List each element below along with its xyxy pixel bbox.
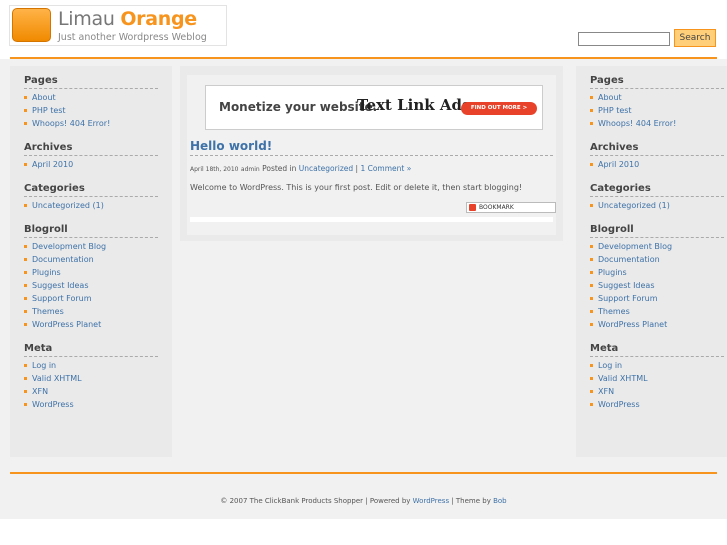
sidebar-link-documentation[interactable]: Documentation — [24, 253, 158, 266]
archives-widget: Archives April 2010 — [590, 142, 724, 171]
bookmark-label: BOOKMARK — [479, 204, 514, 211]
sidebar-link-themes[interactable]: Themes — [24, 305, 158, 318]
orange-logo-icon — [12, 8, 51, 42]
sidebar-link-xfn[interactable]: XFN — [590, 385, 724, 398]
footer-wordpress-link[interactable]: WordPress — [413, 497, 449, 505]
site-header: Limau Orange Just another Wordpress Webl… — [0, 0, 727, 59]
sidebar-link-log-in[interactable]: Log in — [24, 359, 158, 372]
post-comments-link[interactable]: 1 Comment » — [360, 164, 411, 173]
categories-widget: Categories Uncategorized (1) — [590, 183, 724, 212]
pages-widget: Pages About PHP test Whoops! 404 Error! — [24, 75, 158, 130]
bookmark-button[interactable]: BOOKMARK — [466, 202, 556, 213]
bookmark-icon — [469, 204, 476, 211]
post-date: April 18th, 2010 — [190, 166, 239, 173]
sidebar-link-suggest-ideas[interactable]: Suggest Ideas — [590, 279, 724, 292]
meta-separator: | — [355, 164, 359, 173]
page-bottom — [0, 519, 727, 545]
sidebar-link-april-2010[interactable]: April 2010 — [590, 158, 724, 171]
pages-widget: Pages About PHP test Whoops! 404 Error! — [590, 75, 724, 130]
post-category-link[interactable]: Uncategorized — [299, 164, 353, 173]
site-footer: © 2007 The ClickBank Products Shopper | … — [0, 474, 727, 519]
post-author: admin — [240, 166, 260, 173]
sidebar-link-april-2010[interactable]: April 2010 — [24, 158, 158, 171]
sidebar-link-about[interactable]: About — [24, 91, 158, 104]
sidebar-link-wordpress[interactable]: WordPress — [590, 398, 724, 411]
widget-title-categories: Categories — [24, 183, 158, 197]
footer-theme-author-link[interactable]: Bob — [493, 497, 507, 505]
sidebar-link-valid-xhtml[interactable]: Valid XHTML — [590, 372, 724, 385]
widget-title-pages: Pages — [590, 75, 724, 89]
widget-title-meta: Meta — [24, 343, 158, 357]
sidebar-link-suggest-ideas[interactable]: Suggest Ideas — [24, 279, 158, 292]
footer-theme-label: | Theme by — [449, 497, 494, 505]
widget-title-meta: Meta — [590, 343, 724, 357]
footer-text: © 2007 The ClickBank Products Shopper | … — [0, 497, 727, 505]
sidebar-link-404[interactable]: Whoops! 404 Error! — [590, 117, 724, 130]
sidebar-link-404[interactable]: Whoops! 404 Error! — [24, 117, 158, 130]
sidebar-link-php-test[interactable]: PHP test — [24, 104, 158, 117]
site-title: Limau Orange — [58, 8, 197, 30]
sidebar-link-uncategorized[interactable]: Uncategorized (1) — [590, 199, 724, 212]
sidebar-link-xfn[interactable]: XFN — [24, 385, 158, 398]
search-input[interactable] — [578, 32, 670, 46]
post-body: Welcome to WordPress. This is your first… — [190, 183, 523, 192]
posted-in-label: Posted in — [262, 164, 297, 173]
widget-title-pages: Pages — [24, 75, 158, 89]
sidebar-link-plugins[interactable]: Plugins — [24, 266, 158, 279]
categories-widget: Categories Uncategorized (1) — [24, 183, 158, 212]
post-meta: April 18th, 2010 admin Posted in Uncateg… — [190, 164, 411, 173]
widget-title-categories: Categories — [590, 183, 724, 197]
banner-find-out-more-button[interactable]: FIND OUT MORE > — [461, 102, 537, 115]
post-separator — [190, 217, 553, 222]
site-logo[interactable]: Limau Orange Just another Wordpress Webl… — [9, 5, 227, 46]
banner-tagline: Monetize your website. — [219, 100, 378, 114]
left-sidebar: Pages About PHP test Whoops! 404 Error! … — [10, 66, 172, 457]
widget-title-archives: Archives — [24, 142, 158, 156]
sidebar-link-wordpress-planet[interactable]: WordPress Planet — [24, 318, 158, 331]
sidebar-link-plugins[interactable]: Plugins — [590, 266, 724, 279]
sidebar-link-themes[interactable]: Themes — [590, 305, 724, 318]
meta-widget: Meta Log in Valid XHTML XFN WordPress — [590, 343, 724, 411]
sidebar-link-wordpress-planet[interactable]: WordPress Planet — [590, 318, 724, 331]
sidebar-link-valid-xhtml[interactable]: Valid XHTML — [24, 372, 158, 385]
blogroll-widget: Blogroll Development Blog Documentation … — [590, 224, 724, 331]
archives-widget: Archives April 2010 — [24, 142, 158, 171]
sidebar-link-development-blog[interactable]: Development Blog — [590, 240, 724, 253]
sidebar-link-support-forum[interactable]: Support Forum — [590, 292, 724, 305]
main-content: Monetize your website. Text Link Ads FIN… — [180, 66, 563, 241]
sidebar-link-php-test[interactable]: PHP test — [590, 104, 724, 117]
sidebar-link-documentation[interactable]: Documentation — [590, 253, 724, 266]
search-button[interactable]: Search — [674, 29, 716, 47]
widget-title-archives: Archives — [590, 142, 724, 156]
right-sidebar: Pages About PHP test Whoops! 404 Error! … — [576, 66, 727, 457]
text-link-ads-banner[interactable]: Monetize your website. Text Link Ads FIN… — [205, 85, 543, 130]
widget-title-blogroll: Blogroll — [590, 224, 724, 238]
site-tagline: Just another Wordpress Weblog — [58, 32, 207, 43]
banner-brand: Text Link Ads — [357, 96, 471, 114]
post-container: Monetize your website. Text Link Ads FIN… — [187, 75, 556, 235]
post-title[interactable]: Hello world! — [190, 139, 272, 153]
post-title-divider — [190, 155, 553, 156]
sidebar-link-support-forum[interactable]: Support Forum — [24, 292, 158, 305]
blogroll-widget: Blogroll Development Blog Documentation … — [24, 224, 158, 331]
meta-widget: Meta Log in Valid XHTML XFN WordPress — [24, 343, 158, 411]
sidebar-link-wordpress[interactable]: WordPress — [24, 398, 158, 411]
header-divider — [10, 57, 717, 59]
widget-title-blogroll: Blogroll — [24, 224, 158, 238]
sidebar-link-development-blog[interactable]: Development Blog — [24, 240, 158, 253]
sidebar-link-uncategorized[interactable]: Uncategorized (1) — [24, 199, 158, 212]
sidebar-link-log-in[interactable]: Log in — [590, 359, 724, 372]
footer-copyright: © 2007 The ClickBank Products Shopper | … — [220, 497, 413, 505]
sidebar-link-about[interactable]: About — [590, 91, 724, 104]
